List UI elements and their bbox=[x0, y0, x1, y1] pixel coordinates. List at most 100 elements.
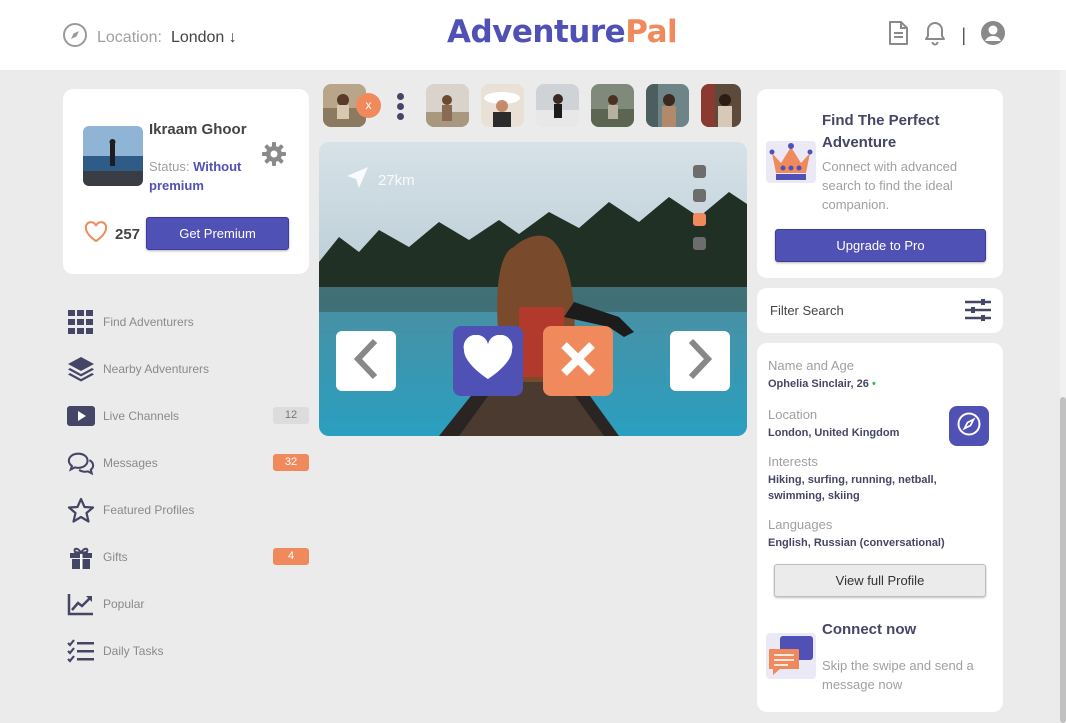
thumbnail[interactable] bbox=[536, 84, 579, 127]
chevron-right-icon bbox=[685, 337, 715, 386]
sliders-icon[interactable] bbox=[965, 299, 991, 326]
profile-card: Ikraam Ghoor Status: Without premium 257… bbox=[63, 89, 309, 274]
sidebar-item-label: Popular bbox=[103, 597, 145, 611]
thumbnail[interactable] bbox=[481, 84, 524, 127]
grid-icon bbox=[67, 308, 95, 336]
thumbnail[interactable] bbox=[591, 84, 634, 127]
name-age-value: Ophelia Sinclair, 26 • bbox=[768, 376, 876, 392]
compass-button[interactable] bbox=[949, 406, 989, 446]
languages-value: English, Russian (conversational) bbox=[768, 537, 945, 549]
distance-value: 27km bbox=[378, 171, 415, 189]
count-badge: 4 bbox=[273, 548, 309, 565]
sidebar-item-label: Featured Profiles bbox=[103, 503, 195, 517]
filter-search-bar[interactable]: Filter Search bbox=[757, 288, 1003, 333]
more-options-icon[interactable] bbox=[397, 93, 404, 120]
logo-part-1: Adventure bbox=[447, 14, 626, 50]
sidebar-item-label: Live Channels bbox=[103, 409, 180, 423]
header-separator: | bbox=[961, 25, 966, 45]
sidebar-item-label: Daily Tasks bbox=[103, 644, 164, 658]
match-details-card: Name and Age Ophelia Sinclair, 26 • Loca… bbox=[757, 343, 1003, 712]
trend-icon bbox=[67, 590, 95, 618]
status-label: Status: bbox=[149, 159, 190, 174]
thumbnail[interactable] bbox=[426, 84, 469, 127]
view-full-profile-button[interactable]: View full Profile bbox=[774, 564, 986, 597]
location-label: Location: bbox=[97, 28, 162, 46]
chat-icon bbox=[67, 449, 95, 477]
chevron-left-icon bbox=[351, 337, 381, 386]
promo-description: Connect with advanced search to find the… bbox=[822, 159, 958, 212]
promo-title: Find The Perfect Adventure bbox=[822, 112, 940, 151]
pager-dot[interactable] bbox=[693, 237, 706, 250]
close-icon bbox=[558, 339, 598, 384]
next-button[interactable] bbox=[670, 331, 730, 391]
logo-part-2: Pal bbox=[625, 14, 678, 50]
compass-icon bbox=[62, 22, 88, 53]
online-indicator: • bbox=[871, 378, 876, 390]
sidebar-item-label: Find Adventurers bbox=[103, 315, 194, 329]
play-icon bbox=[67, 402, 95, 430]
sidebar-item-nearby-adventurers[interactable]: Nearby Adventurers bbox=[67, 354, 309, 384]
location-selector[interactable]: Location: London ↓ bbox=[62, 22, 237, 53]
upgrade-button[interactable]: Upgrade to Pro bbox=[775, 229, 986, 262]
location-value: London, United Kingdom bbox=[768, 427, 900, 439]
gift-icon bbox=[67, 543, 95, 571]
interests-value: Hiking, surfing, running, netball, swimm… bbox=[768, 474, 937, 502]
profile-status: Status: Without premium bbox=[149, 157, 259, 195]
sidebar-item-label: Messages bbox=[103, 456, 158, 470]
previous-button[interactable] bbox=[336, 331, 396, 391]
upgrade-promo-card: Find The Perfect Adventure Connect with … bbox=[757, 89, 1003, 278]
chat-bubbles-icon bbox=[766, 633, 816, 684]
thumbnail[interactable] bbox=[646, 84, 689, 127]
pager-dot[interactable] bbox=[693, 165, 706, 178]
gear-icon[interactable] bbox=[261, 141, 287, 172]
location-label: Location bbox=[768, 407, 818, 422]
close-thumbnail-button[interactable]: x bbox=[356, 93, 381, 118]
get-premium-button[interactable]: Get Premium bbox=[146, 217, 289, 250]
checklist-icon bbox=[67, 637, 95, 665]
filter-label: Filter Search bbox=[770, 303, 844, 318]
match-name: Ophelia Sinclair, 26 bbox=[768, 378, 869, 390]
sidebar-item-label: Gifts bbox=[103, 550, 128, 564]
languages-label: Languages bbox=[768, 517, 833, 532]
interests-label: Interests bbox=[768, 454, 818, 469]
app-logo[interactable]: AdventurePal bbox=[447, 14, 678, 50]
sidebar-item-messages[interactable]: Messages 32 bbox=[67, 448, 309, 478]
pager-dot[interactable] bbox=[693, 189, 706, 202]
sidebar-item-featured-profiles[interactable]: Featured Profiles bbox=[67, 495, 309, 525]
heart-outline-icon bbox=[83, 220, 109, 248]
likes-counter: 257 bbox=[83, 220, 140, 248]
sidebar-item-find-adventurers[interactable]: Find Adventurers bbox=[67, 307, 309, 337]
star-icon bbox=[67, 496, 95, 524]
distance-indicator: 27km bbox=[344, 165, 415, 195]
layers-icon bbox=[67, 355, 95, 383]
sidebar-item-daily-tasks[interactable]: Daily Tasks bbox=[67, 636, 309, 666]
document-icon[interactable] bbox=[887, 20, 909, 51]
avatar[interactable] bbox=[83, 126, 143, 186]
connect-description: Skip the swipe and send a message now bbox=[822, 658, 974, 692]
pager-dot[interactable] bbox=[693, 213, 706, 226]
likes-count: 257 bbox=[115, 225, 141, 243]
header-actions: | bbox=[887, 20, 1006, 51]
name-age-label: Name and Age bbox=[768, 358, 855, 373]
sidebar-item-gifts[interactable]: Gifts 4 bbox=[67, 542, 309, 572]
crown-icon bbox=[766, 137, 816, 190]
scrollbar[interactable] bbox=[1060, 70, 1066, 723]
sidebar-item-label: Nearby Adventurers bbox=[103, 362, 210, 376]
dislike-button[interactable] bbox=[543, 326, 613, 396]
count-badge: 12 bbox=[273, 407, 309, 424]
heart-icon bbox=[461, 334, 515, 388]
compass-icon bbox=[956, 411, 982, 442]
sidebar-item-popular[interactable]: Popular bbox=[67, 589, 309, 619]
profile-name: Ikraam Ghoor bbox=[149, 121, 247, 138]
top-bar: Location: London ↓ AdventurePal | bbox=[0, 0, 1066, 70]
scrollbar-thumb[interactable] bbox=[1060, 397, 1066, 723]
sidebar-item-live-channels[interactable]: Live Channels 12 bbox=[67, 401, 309, 431]
connect-title: Connect now bbox=[822, 621, 917, 638]
user-circle-icon[interactable] bbox=[980, 20, 1006, 51]
like-button[interactable] bbox=[453, 326, 523, 396]
navigation-arrow-icon bbox=[344, 165, 370, 195]
location-value[interactable]: London ↓ bbox=[171, 29, 237, 47]
thumbnail[interactable] bbox=[701, 84, 741, 127]
photo-pager bbox=[693, 165, 706, 250]
bell-icon[interactable] bbox=[923, 20, 947, 51]
